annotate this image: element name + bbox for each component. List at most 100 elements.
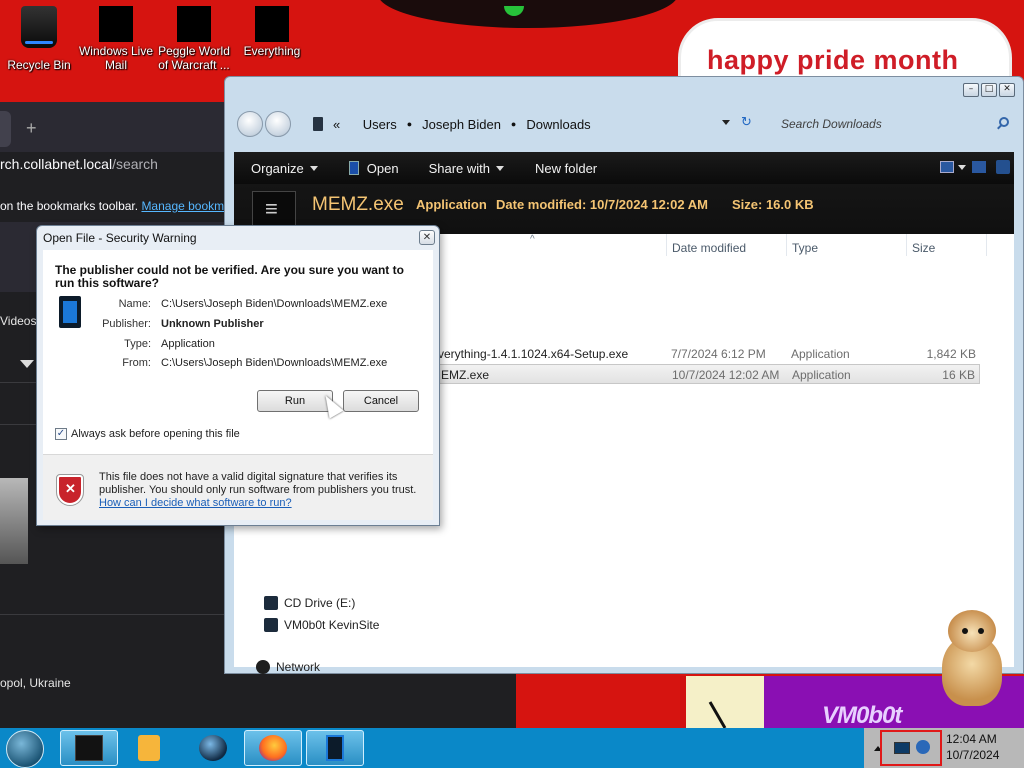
dialog-close-button[interactable]: ✕ [419,230,435,245]
open-button[interactable]: Open [318,161,399,176]
desktop-icon-label: Everything [243,44,301,58]
help-link[interactable]: How can I decide what software to run? [99,497,292,509]
column-header-size[interactable]: Size [912,241,935,255]
hamster-head [948,610,996,652]
column-header-date-modified[interactable]: Date modified [672,241,746,255]
taskbar-item-explorer[interactable] [60,730,118,766]
executable-icon [326,735,344,761]
network-icon [256,660,270,674]
search-box[interactable] [775,111,1015,137]
close-button[interactable]: ✕ [999,83,1015,97]
back-button[interactable] [237,111,263,137]
new-folder-button[interactable]: New folder [504,161,597,176]
chevron-right-icon[interactable] [350,119,353,129]
breadcrumb-users[interactable]: Users [363,117,397,132]
security-warning-dialog[interactable]: Open File - Security Warning ✕ The publi… [36,225,440,526]
file-type: Application [791,347,850,361]
hamster-eye [978,628,984,634]
help-icon[interactable] [996,160,1010,174]
dialog-title: Open File - Security Warning [43,231,197,245]
browser-url[interactable]: rch.collabnet.local/search [0,156,158,172]
file-icon [252,191,296,229]
forward-button[interactable] [265,111,291,137]
maximize-button[interactable]: □ [981,83,997,97]
taskbar-item-globe[interactable] [184,730,242,766]
desktop-icon-peggle[interactable]: Peggle World of Warcraft ... [154,0,234,72]
details-file-name: MEMZ.exe [312,194,404,215]
desktop-icon-everything[interactable]: Everything [232,0,312,58]
everything-icon [255,0,311,42]
search-icon[interactable] [999,117,1009,127]
firefox-icon [259,735,287,761]
taskbar-item-media-player[interactable] [120,730,178,766]
chevron-down-icon[interactable] [20,360,34,368]
clock-time[interactable]: 12:04 AM [946,732,997,746]
warning-text: This file does not have a valid digital … [99,471,417,496]
details-file-type: Application [416,197,487,212]
minimize-button[interactable]: – [963,83,979,97]
taskbar-item-memz[interactable] [306,730,364,766]
organize-button[interactable]: Organize [234,161,318,176]
column-divider[interactable] [986,234,987,256]
table-row-selected[interactable]: MEMZ.exe 10/7/2024 12:02 AM Application … [430,364,980,384]
window-controls: – □ ✕ [963,83,1015,97]
start-button[interactable] [6,730,44,768]
hamster-eye [962,628,968,634]
table-row[interactable]: Everything-1.4.1.1024.x64-Setup.exe 7/7/… [430,344,980,364]
taskbar-item-firefox[interactable] [244,730,302,766]
banner-graphic [680,676,764,728]
warning-section: This file does not have a valid digital … [43,454,433,520]
browser-tab[interactable] [0,111,11,147]
video-thumbnail[interactable] [0,478,28,564]
name-value: C:\Users\Joseph Biden\Downloads\MEMZ.exe [161,298,388,310]
address-dropdown-icon[interactable] [722,120,730,125]
videos-tab[interactable]: Videos [0,314,36,328]
breadcrumb-downloads[interactable]: Downloads [526,117,590,132]
nav-item-label: Network [276,660,321,674]
column-divider[interactable] [666,234,667,256]
open-icon [348,161,359,175]
preview-pane-icon[interactable] [972,161,986,173]
checkbox-checked-icon[interactable]: ✓ [55,428,67,440]
cancel-button[interactable]: Cancel [343,390,419,412]
clock-date[interactable]: 10/7/2024 [946,748,999,762]
breadcrumb-overflow[interactable]: « [333,117,340,132]
nav-item-label: CD Drive (E:) [284,596,356,610]
breadcrumb-joseph-biden[interactable]: Joseph Biden [422,117,501,132]
file-size: 16 KB [942,368,975,382]
nav-item-label: VM0b0t KevinSite [284,618,380,632]
nav-item-vm-site[interactable]: VM0b0t KevinSite [264,618,379,632]
address-bar[interactable]: « Users ● Joseph Biden ● Downloads [313,111,755,137]
new-tab-icon[interactable]: + [26,118,37,139]
chevron-right-icon[interactable]: ● [511,119,516,129]
chevron-down-icon[interactable] [958,165,966,170]
column-header-type[interactable]: Type [792,241,818,255]
pride-banner-text: happy pride month [707,45,959,75]
peggle-icon [177,0,227,42]
tray-highlight [880,730,942,766]
dialog-question: The publisher could not be verified. Are… [55,263,404,290]
shield-warning-icon [56,474,84,506]
nav-item-cd-drive[interactable]: CD Drive (E:) [264,596,355,610]
network-icon[interactable] [894,742,910,754]
share-with-button[interactable]: Share with [399,161,504,176]
chevron-right-icon[interactable]: ● [407,119,412,129]
nav-item-network[interactable]: Network [256,660,320,674]
top-graphic [378,0,678,28]
desktop-icon-recycle-bin[interactable]: Recycle Bin [0,6,79,72]
desktop-icon-windows-live-mail[interactable]: Windows Live Mail [76,0,156,72]
search-input[interactable] [775,111,1015,137]
green-light [504,6,524,16]
views-icon[interactable] [940,161,954,173]
new-folder-label: New folder [534,160,598,176]
manage-bookmarks-link[interactable]: Manage bookma [141,199,230,213]
file-date: 10/7/2024 12:02 AM [672,368,780,382]
taskbar: 12:04 AM 10/7/2024 [0,728,1024,768]
volume-icon[interactable] [916,740,930,754]
column-divider[interactable] [786,234,787,256]
share-with-label: Share with [428,160,490,176]
column-divider[interactable] [906,234,907,256]
always-ask-checkbox[interactable]: ✓ Always ask before opening this file [55,428,240,440]
bookmarks-hint: on the bookmarks toolbar. Manage bookma [0,199,231,213]
refresh-icon[interactable]: ↻ [741,115,752,130]
